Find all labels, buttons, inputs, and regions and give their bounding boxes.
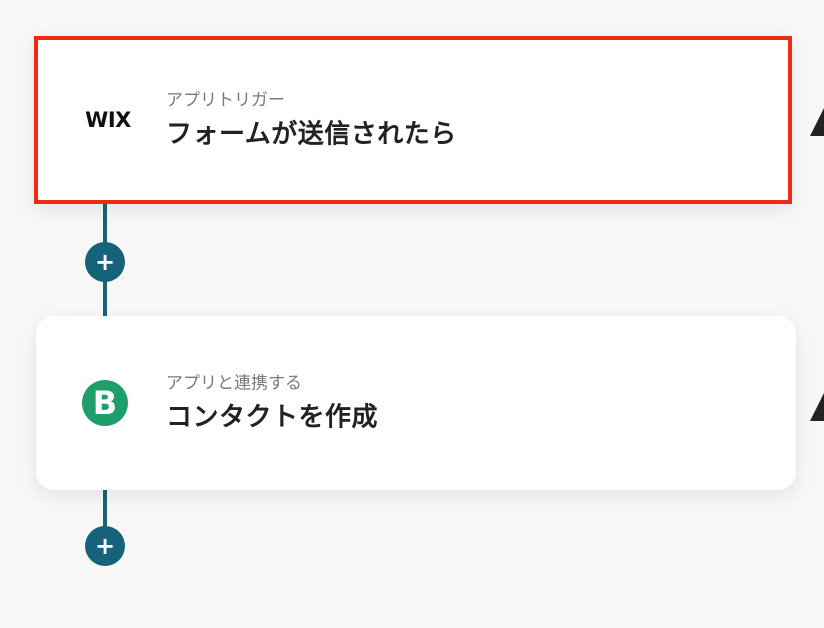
action-step-card[interactable]: B アプリと連携する コンタクトを作成 — [36, 316, 796, 490]
b-logo-icon: B — [82, 380, 128, 426]
side-edge-mark — [810, 393, 824, 421]
trigger-step-texts: アプリトリガー フォームが送信されたら — [166, 91, 457, 148]
add-step-button[interactable]: + — [85, 242, 125, 282]
plus-icon: + — [94, 532, 116, 560]
action-step-title: コンタクトを作成 — [166, 402, 379, 433]
app-logo: B — [80, 378, 130, 428]
b-logo-text: B — [92, 384, 118, 422]
side-edge-mark — [810, 108, 824, 136]
trigger-step-card[interactable]: WIX アプリトリガー フォームが送信されたら — [34, 36, 792, 204]
action-step-subtitle: アプリと連携する — [166, 373, 302, 394]
action-step-texts: アプリと連携する コンタクトを作成 — [166, 374, 378, 431]
plus-icon: + — [94, 248, 116, 276]
wix-logo: WIX — [82, 95, 132, 145]
trigger-step-subtitle: アプリトリガー — [166, 90, 285, 111]
trigger-step-title: フォームが送信されたら — [166, 119, 457, 150]
wix-logo-text: WIX — [85, 108, 131, 132]
add-step-button[interactable]: + — [85, 526, 125, 566]
